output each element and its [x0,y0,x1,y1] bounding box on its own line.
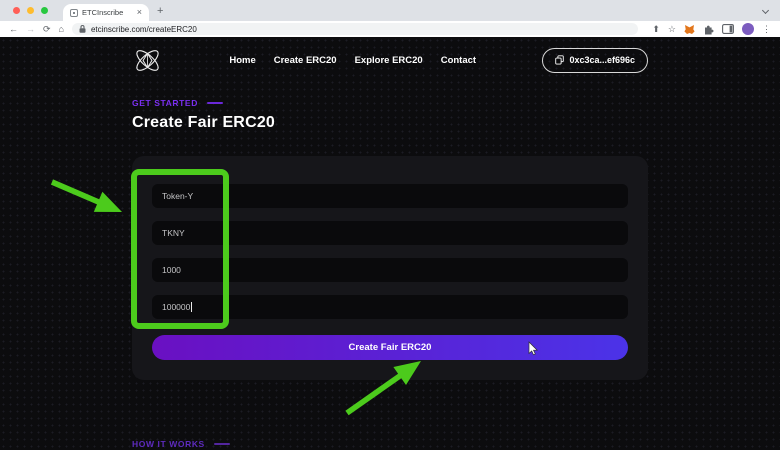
minimize-window-button[interactable] [27,7,34,14]
tab-title: ETCInscribe [82,8,133,17]
bookmark-star-icon[interactable]: ☆ [668,25,676,34]
token-symbol-value: TKNY [162,228,185,238]
address-bar[interactable]: etcinscribe.com/createERC20 [72,23,638,35]
get-started-row: GET STARTED [132,98,648,108]
close-window-button[interactable] [13,7,20,14]
url-text: etcinscribe.com/createERC20 [91,25,197,34]
etcinscribe-logo-icon[interactable] [132,45,163,76]
forward-icon[interactable]: → [26,25,35,34]
eyebrow-dash [207,102,223,104]
page-title: Create Fair ERC20 [132,114,648,132]
page-body: Home Create ERC20 Explore ERC20 Contact … [0,37,780,450]
how-it-works-label: HOW IT WORKS [132,439,205,449]
nav-link-explore-erc20[interactable]: Explore ERC20 [355,55,423,66]
tab-search-chevron-icon[interactable] [762,7,769,14]
create-erc20-form-panel: Token-Y TKNY 1000 100000 Create Fair ERC… [132,156,648,380]
copy-icon [555,55,564,65]
get-started-label: GET STARTED [132,98,198,108]
token-symbol-input[interactable]: TKNY [152,221,628,245]
metamask-extension-icon[interactable] [684,24,695,35]
tab-strip: ETCInscribe × + [0,0,780,21]
nav-link-home[interactable]: Home [229,55,255,66]
token-supply-input[interactable]: 100000 [152,295,628,319]
create-fair-erc20-button[interactable]: Create Fair ERC20 [152,335,628,360]
nav-link-contact[interactable]: Contact [441,55,476,66]
reload-icon[interactable]: ⟳ [43,25,51,34]
screenshot-root: ETCInscribe × + ← → ⟳ ⌂ etcinscribe.com/… [0,0,780,450]
nav-links: Home Create ERC20 Explore ERC20 Contact [229,55,476,66]
tab-favicon-icon [70,9,78,17]
side-panel-icon[interactable] [722,24,734,34]
token-supply-value: 100000 [162,302,190,312]
how-it-works-row: HOW IT WORKS [132,439,648,449]
wallet-address-button[interactable]: 0xc3ca...ef696c [542,48,648,73]
toolbar-actions: ⬆ ☆ ⋮ [652,23,771,35]
text-caret [191,302,192,312]
token-name-value: Token-Y [162,191,193,201]
site-navbar: Home Create ERC20 Explore ERC20 Contact … [132,37,648,83]
token-amount-input[interactable]: 1000 [152,258,628,282]
zoom-window-button[interactable] [41,7,48,14]
browser-tab[interactable]: ETCInscribe × [63,4,149,21]
home-icon[interactable]: ⌂ [59,25,64,34]
browser-toolbar: ← → ⟳ ⌂ etcinscribe.com/createERC20 ⬆ ☆ [0,21,780,37]
macos-window-controls [13,7,48,14]
lock-icon [78,24,87,34]
token-amount-value: 1000 [162,265,181,275]
extensions-puzzle-icon[interactable] [703,24,714,35]
how-it-works-dash [214,443,230,445]
token-name-input[interactable]: Token-Y [152,184,628,208]
tab-close-icon[interactable]: × [137,8,142,17]
profile-avatar[interactable] [742,23,754,35]
share-icon[interactable]: ⬆ [652,25,660,34]
back-icon[interactable]: ← [9,25,18,34]
wallet-address-text: 0xc3ca...ef696c [569,55,635,65]
browser-menu-icon[interactable]: ⋮ [762,25,771,34]
browser-chrome: ETCInscribe × + ← → ⟳ ⌂ etcinscribe.com/… [0,0,780,37]
nav-link-create-erc20[interactable]: Create ERC20 [274,55,337,66]
new-tab-button[interactable]: + [157,5,163,17]
